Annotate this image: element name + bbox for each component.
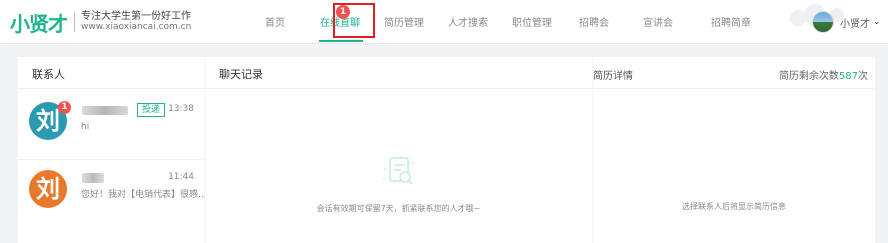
unread-badge: 1 xyxy=(58,101,71,114)
logo-divider xyxy=(74,12,75,32)
top-header: 小贤才 专注大学生第一份好工作 www.xiaoxiancai.com.cn 首… xyxy=(0,0,888,44)
contact-time: 11:44 xyxy=(168,172,194,182)
contact-last-message: 您好！我对【电销代表】很感... xyxy=(81,190,207,200)
contact-avatar: 刘 xyxy=(29,170,67,208)
resume-panel: 简历详情 简历剩余次数587次 选择联系人后将显示简历信息 xyxy=(593,57,875,243)
contact-item[interactable]: 刘 1 投递 13:38 hi xyxy=(18,90,204,158)
user-avatar xyxy=(812,11,834,33)
nav-campus-talk[interactable]: 宣讲会 xyxy=(643,14,673,29)
contact-time: 13:38 xyxy=(168,104,194,114)
brand-logo[interactable]: 小贤才 专注大学生第一份好工作 www.xiaoxiancai.com.cn xyxy=(10,9,191,36)
resume-title: 简历详情 xyxy=(593,71,633,82)
nav-resume-management[interactable]: 简历管理 xyxy=(384,14,424,29)
contact-last-message: hi xyxy=(81,122,90,132)
nav-home[interactable]: 首页 xyxy=(265,14,285,29)
contact-name-redacted xyxy=(82,106,128,115)
resume-header: 简历详情 简历剩余次数587次 xyxy=(593,57,875,89)
contacts-panel: 联系人 刘 1 投递 13:38 hi 刘 11:44 您好！我对【电销代表】很… xyxy=(18,57,207,243)
delivery-tag: 投递 xyxy=(137,103,166,117)
chat-title: 聊天记录 xyxy=(219,68,263,81)
brand-url: www.xiaoxiancai.com.cn xyxy=(81,22,192,32)
user-menu[interactable]: 小贤才 ⌄ xyxy=(812,9,881,35)
chevron-down-icon: ⌄ xyxy=(873,17,881,27)
nav-talent-search[interactable]: 人才搜索 xyxy=(448,14,488,29)
chat-panel: 聊天记录 会话有效期可保留7天，抓紧联系您的人才哦~ xyxy=(205,57,592,243)
logo-text: 专注大学生第一份好工作 www.xiaoxiancai.com.cn xyxy=(81,11,191,33)
user-name: 小贤才 xyxy=(840,18,870,30)
resume-remaining-count: 587 xyxy=(838,71,858,82)
resume-remaining: 简历剩余次数587次 xyxy=(779,67,868,82)
active-nav-indicator xyxy=(319,40,363,42)
chat-empty-text: 会话有效期可保留7天，抓紧联系您的人才哦~ xyxy=(316,204,481,213)
contacts-header: 联系人 xyxy=(18,57,204,89)
logo-wordmark: 小贤才 xyxy=(10,11,68,36)
contact-name-redacted xyxy=(82,173,104,183)
chat-header: 聊天记录 xyxy=(205,57,592,89)
resume-empty-text: 选择联系人后将显示简历信息 xyxy=(682,202,786,211)
nav-recruitment-brochure[interactable]: 招聘简章 xyxy=(711,14,751,29)
nav-job-fair[interactable]: 招聘会 xyxy=(579,14,609,29)
highlight-box xyxy=(333,3,375,38)
empty-chat-icon xyxy=(382,157,414,185)
resume-remaining-prefix: 简历剩余次数 xyxy=(778,71,839,82)
contact-item[interactable]: 刘 11:44 您好！我对【电销代表】很感... xyxy=(18,159,207,227)
brand-slogan: 专注大学生第一份好工作 xyxy=(81,11,191,22)
resume-remaining-suffix: 次 xyxy=(858,71,868,82)
contacts-title: 联系人 xyxy=(32,68,65,81)
nav-job-management[interactable]: 职位管理 xyxy=(512,14,552,29)
